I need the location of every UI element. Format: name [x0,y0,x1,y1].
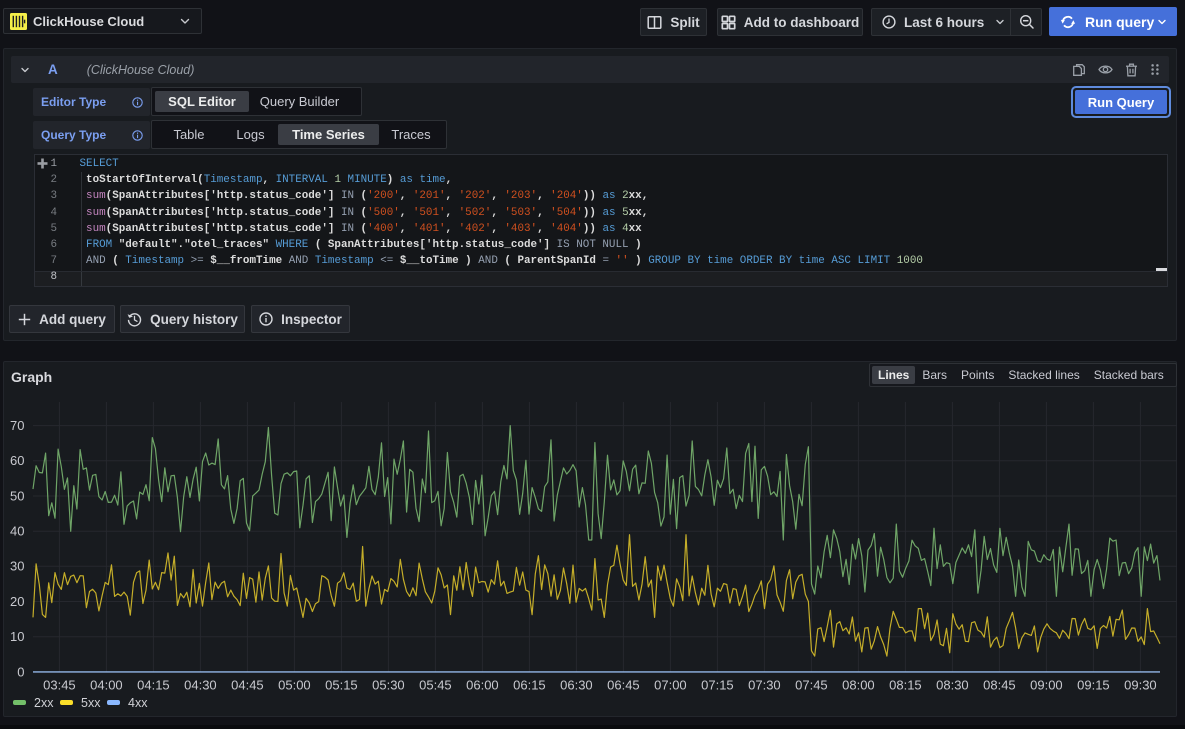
svg-text:09:00: 09:00 [1030,678,1063,693]
svg-text:60: 60 [10,453,24,468]
svg-text:08:00: 08:00 [842,678,875,693]
svg-text:09:30: 09:30 [1124,678,1157,693]
svg-text:06:30: 06:30 [560,678,593,693]
svg-text:04:15: 04:15 [137,678,170,693]
svg-text:06:00: 06:00 [466,678,499,693]
svg-text:05:00: 05:00 [278,678,311,693]
svg-text:06:45: 06:45 [607,678,640,693]
svg-text:20: 20 [10,594,24,609]
svg-text:09:15: 09:15 [1077,678,1110,693]
svg-text:04:30: 04:30 [184,678,217,693]
svg-text:10: 10 [10,629,24,644]
svg-text:04:00: 04:00 [90,678,123,693]
svg-text:40: 40 [10,524,24,539]
svg-text:50: 50 [10,488,24,503]
svg-text:06:15: 06:15 [513,678,546,693]
svg-text:08:15: 08:15 [889,678,922,693]
svg-text:04:45: 04:45 [231,678,264,693]
svg-text:07:00: 07:00 [654,678,687,693]
svg-text:05:45: 05:45 [419,678,452,693]
svg-text:05:30: 05:30 [372,678,405,693]
svg-text:05:15: 05:15 [325,678,358,693]
svg-text:0: 0 [17,664,24,679]
svg-text:08:45: 08:45 [983,678,1016,693]
svg-text:30: 30 [10,559,24,574]
svg-text:03:45: 03:45 [43,678,76,693]
svg-text:07:30: 07:30 [748,678,781,693]
svg-text:08:30: 08:30 [936,678,969,693]
svg-text:70: 70 [10,418,24,433]
svg-text:07:45: 07:45 [795,678,828,693]
svg-text:07:15: 07:15 [701,678,734,693]
